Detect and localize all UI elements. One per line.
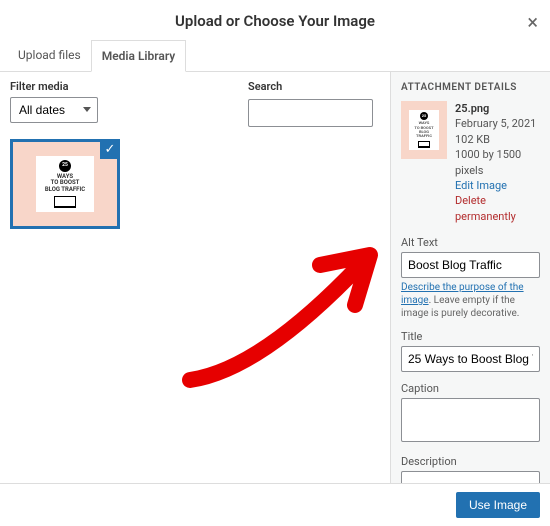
laptop-icon — [418, 141, 430, 148]
attachment-filename: 25.png — [455, 101, 540, 116]
title-input[interactable] — [401, 346, 540, 372]
attachment-size: 102 KB — [455, 132, 540, 147]
attachment-details-heading: ATTACHMENT DETAILS — [401, 82, 540, 93]
description-label: Description — [401, 455, 540, 468]
attachment-dimensions: 1000 by 1500 pixels — [455, 147, 540, 178]
alt-text-label: Alt Text — [401, 236, 540, 249]
description-input[interactable] — [401, 471, 540, 483]
use-image-button[interactable]: Use Image — [456, 492, 540, 518]
main-panel: Filter media All dates Search ✓ 2 — [0, 72, 390, 483]
caption-input[interactable] — [401, 398, 540, 442]
media-thumbnail[interactable]: ✓ 25 WAYS TO BOOST BLOG TRAFFIC — [10, 139, 120, 229]
close-icon[interactable]: × — [527, 10, 538, 34]
search-label: Search — [248, 80, 373, 93]
filter-media-label: Filter media — [10, 80, 98, 93]
attachment-details-panel: ATTACHMENT DETAILS 25 WAYS TO BOOST BLOG… — [390, 72, 550, 483]
attachment-meta: 25.png February 5, 2021 102 KB 1000 by 1… — [455, 101, 540, 224]
tabs: Upload files Media Library — [0, 40, 550, 72]
tab-media-library[interactable]: Media Library — [91, 40, 187, 72]
thumbnail-content: 25 WAYS TO BOOST BLOG TRAFFIC — [36, 156, 94, 213]
selected-check-icon: ✓ — [100, 139, 120, 159]
filter-date-select[interactable]: All dates — [10, 97, 98, 123]
caption-label: Caption — [401, 382, 540, 395]
alt-text-input[interactable] — [401, 252, 540, 278]
delete-permanently-link[interactable]: Delete permanently — [455, 193, 540, 224]
search-input[interactable] — [248, 99, 373, 127]
alt-text-help: Describe the purpose of the image. Leave… — [401, 281, 540, 320]
title-label: Title — [401, 330, 540, 343]
edit-image-link[interactable]: Edit Image — [455, 178, 540, 193]
attachment-thumbnail: 25 WAYS TO BOOST BLOG TRAFFIC — [401, 101, 447, 159]
laptop-icon — [54, 196, 76, 208]
attachment-date: February 5, 2021 — [455, 116, 540, 131]
page-title: Upload or Choose Your Image — [0, 12, 550, 30]
tab-upload-files[interactable]: Upload files — [8, 40, 91, 71]
